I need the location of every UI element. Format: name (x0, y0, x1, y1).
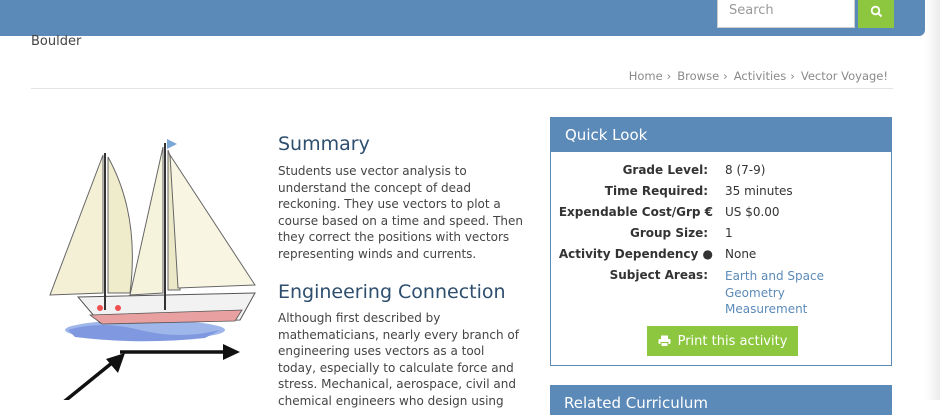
grade-level-row: Grade Level: 8 (7-9) (551, 163, 891, 181)
activity-dependency-row: Activity Dependency ● None (551, 247, 891, 265)
summary-heading: Summary (278, 133, 370, 155)
print-activity-button[interactable]: Print this activity (647, 326, 798, 356)
print-activity-label: Print this activity (677, 333, 788, 349)
quick-look-title: Quick Look (551, 118, 891, 152)
printer-icon (658, 335, 671, 347)
chevron-right-icon: › (723, 69, 728, 83)
activity-dependency-value: None (725, 247, 757, 261)
search-icon (870, 5, 882, 17)
page-edge-shadow (925, 0, 940, 400)
engineering-connection-heading: Engineering Connection (278, 281, 506, 303)
engineering-line: Although first described by (278, 311, 441, 325)
activity-dependency-label-text: Activity Dependency (558, 247, 699, 261)
expendable-cost-label: Expendable Cost/Grp € (559, 205, 713, 219)
subject-areas-list: Earth and Space Geometry Measurement (725, 268, 824, 318)
summary-line: understand the concept of dead (278, 180, 472, 195)
search-button[interactable] (858, 0, 894, 28)
expendable-cost-row: Expendable Cost/Grp € US $0.00 (551, 205, 891, 223)
info-icon[interactable]: ● (703, 247, 713, 261)
chevron-right-icon: › (790, 69, 795, 83)
expendable-cost-label-text: Expendable Cost/Grp (558, 205, 701, 219)
sailboat-illustration (49, 139, 256, 400)
related-curriculum-title: Related Curriculum (564, 394, 708, 412)
time-required-value: 35 minutes (725, 184, 793, 198)
summary-line: reckoning. They use vectors to plot a (278, 197, 501, 212)
subject-link-measurement[interactable]: Measurement (725, 301, 824, 318)
breadcrumb: Home › Browse › Activities › Vector Voyage! (629, 69, 888, 83)
subject-link-earth-space[interactable]: Earth and Space (725, 268, 824, 285)
group-size-row: Group Size: 1 (551, 226, 891, 244)
organization-name: Boulder (31, 34, 82, 49)
group-size-value: 1 (725, 226, 733, 240)
expendable-cost-value: US $0.00 (725, 205, 780, 219)
summary-text: Students use vector analysis to understa… (278, 163, 528, 263)
engineering-line: chemical engineers who design using (278, 393, 504, 408)
info-icon[interactable]: € (705, 205, 713, 219)
top-nav-bar: Search (0, 0, 925, 36)
breadcrumb-current: Vector Voyage! (800, 69, 888, 83)
time-required-label: Time Required: (604, 184, 708, 198)
activity-dependency-label: Activity Dependency ● (559, 247, 713, 261)
search-input[interactable]: Search (717, 0, 855, 28)
breadcrumb-browse[interactable]: Browse (677, 69, 719, 83)
engineering-line: stress. Mechanical, aerospace, civil and (278, 377, 516, 392)
related-curriculum-header[interactable]: Related Curriculum (550, 385, 892, 415)
group-size-label: Group Size: (630, 226, 708, 240)
summary-line: Students use vector analysis to (278, 164, 467, 178)
time-required-row: Time Required: 35 minutes (551, 184, 891, 202)
quick-look-panel: Quick Look Grade Level: 8 (7-9) Time Req… (550, 117, 892, 366)
subject-areas-row: Subject Areas: Earth and Space Geometry … (551, 268, 891, 323)
summary-line: representing winds and currents. (278, 246, 477, 261)
breadcrumb-activities[interactable]: Activities (734, 69, 786, 83)
engineering-line: engineering uses vectors as a tool (278, 344, 485, 359)
summary-line: they correct the positions with vectors (278, 230, 510, 245)
breadcrumb-home[interactable]: Home (629, 69, 663, 83)
summary-line: course based on a time and speed. Then (278, 213, 524, 228)
grade-level-label: Grade Level: (622, 163, 708, 177)
subject-link-geometry[interactable]: Geometry (725, 285, 824, 302)
engineering-line: mathematicians, nearly every branch of (278, 327, 519, 342)
grade-level-value: 8 (7-9) (725, 163, 766, 177)
subject-areas-label: Subject Areas: (609, 268, 708, 282)
engineering-connection-text: Although first described by mathematicia… (278, 310, 528, 410)
divider (31, 88, 893, 89)
engineering-line: today, especially to calculate force and (278, 360, 514, 375)
chevron-right-icon: › (666, 69, 672, 83)
